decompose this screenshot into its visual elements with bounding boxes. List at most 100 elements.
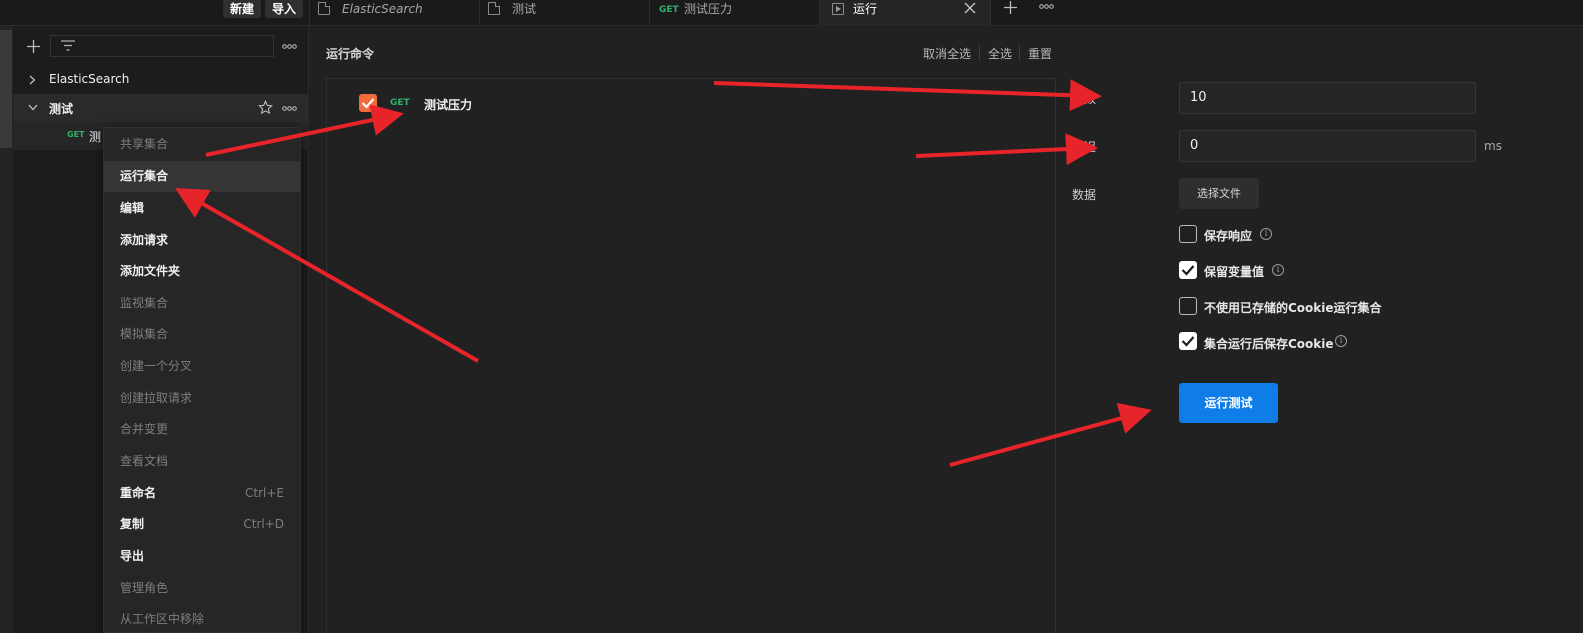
tab-test[interactable]: 测试: [480, 0, 650, 26]
document-icon: [488, 2, 500, 15]
option-label: 不使用已存储的Cookie运行集合: [1204, 301, 1382, 315]
delay-input[interactable]: 0: [1179, 130, 1476, 162]
more-icon[interactable]: [282, 106, 297, 111]
filter-icon: [61, 40, 75, 51]
keep-variables-checkbox[interactable]: [1179, 261, 1197, 279]
menu-item-label: 重命名: [120, 486, 157, 500]
menu-item-export[interactable]: 导出: [104, 541, 300, 572]
run-test-button[interactable]: 运行测试: [1179, 383, 1278, 423]
more-icon[interactable]: [1039, 4, 1054, 9]
menu-item-remove-from-workspace[interactable]: 从工作区中移除: [104, 604, 300, 633]
menu-item-label: 管理角色: [120, 581, 169, 595]
menu-item-label: 监视集合: [120, 296, 169, 310]
delay-unit: ms: [1484, 139, 1502, 153]
tree-item-test[interactable]: 测试: [13, 94, 309, 122]
request-name: 测试压力: [424, 98, 473, 112]
menu-item-share[interactable]: 共享集合: [104, 129, 300, 160]
method-badge: GET: [659, 5, 679, 15]
menu-item-rename[interactable]: 重命名 Ctrl+E: [104, 478, 300, 509]
menu-item-label: 共享集合: [120, 137, 169, 151]
menu-item-label: 导出: [120, 549, 145, 563]
menu-item-add-request[interactable]: 添加请求: [104, 225, 300, 256]
menu-item-label: 添加文件夹: [120, 264, 181, 278]
tab-label: 测试: [512, 2, 537, 16]
method-badge: GET: [390, 98, 410, 108]
option-label: 集合运行后保存Cookie: [1204, 337, 1334, 351]
chevron-down-icon[interactable]: [28, 104, 38, 111]
divider: [979, 45, 980, 60]
chevron-right-icon[interactable]: [29, 75, 36, 85]
request-checkbox[interactable]: [359, 94, 377, 112]
context-menu: 共享集合 运行集合 编辑 添加请求 添加文件夹 监视集合 模拟集合 创建一个分叉…: [103, 127, 301, 633]
document-icon: [318, 2, 330, 15]
check-icon: [361, 98, 375, 109]
menu-item-label: 从工作区中移除: [120, 612, 205, 626]
menu-item-roles[interactable]: 管理角色: [104, 573, 300, 604]
menu-item-label: 添加请求: [120, 233, 169, 247]
close-icon[interactable]: [964, 2, 976, 14]
menu-item-label: 模拟集合: [120, 327, 169, 341]
import-button[interactable]: 导入: [265, 0, 304, 18]
menu-item-docs[interactable]: 查看文档: [104, 446, 300, 477]
runner-icon: [832, 3, 844, 15]
menu-item-mock[interactable]: 模拟集合: [104, 319, 300, 350]
section-title: 运行命令: [326, 47, 375, 61]
menu-item-run-collection[interactable]: 运行集合: [104, 161, 300, 192]
no-stored-cookies-checkbox[interactable]: [1179, 297, 1197, 315]
menu-item-pull-request[interactable]: 创建拉取请求: [104, 383, 300, 414]
tab-label: 测试压力: [684, 2, 733, 16]
menu-item-label: 编辑: [120, 201, 145, 215]
deselect-all-button[interactable]: 取消全选: [923, 45, 971, 62]
method-badge: GET: [67, 130, 85, 139]
menu-item-label: 创建一个分叉: [120, 359, 193, 373]
option-label: 保留变量值: [1204, 265, 1265, 279]
info-icon[interactable]: i: [1272, 264, 1284, 276]
check-icon: [1181, 336, 1195, 347]
plus-icon[interactable]: [1004, 1, 1017, 14]
tree-item-label: 测: [89, 130, 102, 144]
menu-item-edit[interactable]: 编辑: [104, 193, 300, 224]
menu-item-label: 创建拉取请求: [120, 391, 193, 405]
iterations-label: 次数: [1072, 92, 1097, 106]
top-bar: 新建 导入 ElasticSearch 测试 GET 测试压力 运行: [0, 0, 1583, 26]
tab-label: 运行: [853, 2, 878, 16]
menu-item-label: 查看文档: [120, 454, 169, 468]
choose-file-button[interactable]: 选择文件: [1179, 178, 1259, 209]
tree-item-elasticsearch[interactable]: ElasticSearch: [13, 66, 309, 94]
menu-item-monitor[interactable]: 监视集合: [104, 288, 300, 319]
select-all-button[interactable]: 全选: [988, 45, 1012, 62]
save-cookies-checkbox[interactable]: [1179, 332, 1197, 350]
scrollbar-thumb[interactable]: [0, 30, 12, 148]
tab-elasticsearch[interactable]: ElasticSearch: [309, 0, 480, 26]
delay-label: 延迟: [1072, 140, 1097, 154]
menu-item-merge[interactable]: 合并变更: [104, 414, 300, 445]
tab-runner[interactable]: 运行: [820, 0, 991, 26]
menu-shortcut: Ctrl+D: [243, 517, 284, 531]
tree-item-label: ElasticSearch: [49, 72, 130, 86]
filter-input[interactable]: [50, 35, 274, 57]
request-list: GET 测试压力: [326, 78, 1056, 633]
save-responses-checkbox[interactable]: [1179, 225, 1197, 243]
info-icon[interactable]: i: [1260, 228, 1272, 240]
sidebar-rail: [0, 26, 13, 633]
menu-item-fork[interactable]: 创建一个分叉: [104, 351, 300, 382]
reset-button[interactable]: 重置: [1028, 45, 1052, 62]
tab-label: ElasticSearch: [342, 2, 423, 16]
info-icon[interactable]: i: [1335, 335, 1347, 347]
menu-item-label: 运行集合: [120, 169, 169, 183]
tab-stress-request[interactable]: GET 测试压力: [650, 0, 820, 26]
menu-shortcut: Ctrl+E: [245, 486, 284, 500]
menu-item-add-folder[interactable]: 添加文件夹: [104, 256, 300, 287]
option-label: 保存响应: [1204, 229, 1253, 243]
menu-item-label: 合并变更: [120, 422, 169, 436]
new-button[interactable]: 新建: [223, 0, 262, 18]
divider: [1019, 45, 1020, 60]
data-label: 数据: [1072, 188, 1097, 202]
add-collection-icon[interactable]: [27, 40, 40, 53]
iterations-input[interactable]: 10: [1179, 82, 1476, 114]
star-icon[interactable]: [258, 100, 273, 115]
menu-item-duplicate[interactable]: 复制 Ctrl+D: [104, 509, 300, 540]
more-icon[interactable]: [282, 44, 297, 49]
menu-item-label: 复制: [120, 517, 145, 531]
check-icon: [1181, 265, 1195, 276]
